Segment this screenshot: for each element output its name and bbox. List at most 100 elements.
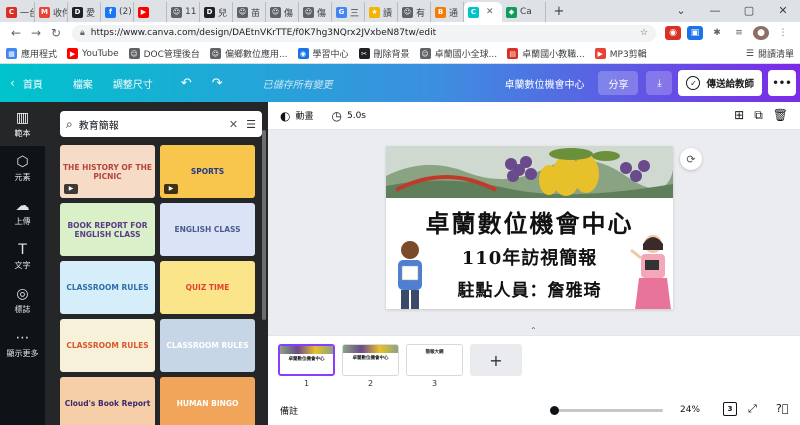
panel-scrollbar[interactable] [262,130,266,320]
bookmark-item[interactable]: ☺ 偏鄉數位應用... [209,47,288,60]
template-thumbnail[interactable]: QUIZ TIME [160,261,255,314]
design-title[interactable]: 卓蘭數位機會中心 [504,76,584,91]
bookmark-icon: ☺ [209,48,221,59]
clear-icon[interactable]: ✕ [229,118,238,131]
rail-templates[interactable]: ▥ 範本 [0,102,45,146]
template-search-input[interactable]: ⌕ 教育簡報 ✕ ☰ [60,111,262,137]
zoom-value[interactable]: 24% [680,405,700,415]
bookmark-item[interactable]: ▦ 應用程式 [6,47,57,60]
close-tab-icon[interactable]: ✕ [486,7,494,17]
template-thumbnail[interactable]: CLASSROOM RULES [160,319,255,372]
url-input[interactable]: 🔒︎ https://www.canva.com/design/DAEtnVKr… [72,24,656,42]
menu-icon[interactable]: ⋮ [775,26,791,40]
browser-tab[interactable]: ☺ 傷 [299,2,332,22]
extension-icon[interactable]: ▣ [687,26,703,40]
resize-button[interactable]: 調整尺寸 [103,76,163,91]
bookmark-item[interactable]: ▶ MP3剪輯 [594,47,647,60]
browser-tab[interactable]: D兒 [200,2,233,22]
browser-tab[interactable]: ☺ 11 [167,2,200,22]
page-number: 2 [367,379,374,388]
duration-button[interactable]: ◷ 5.0s [332,109,367,123]
bookmark-item[interactable]: ☺ 卓蘭國小全球... [419,47,497,60]
browser-tab[interactable]: ▶ [134,2,167,22]
template-thumbnail[interactable]: CLASSROOM RULES [60,261,155,314]
home-button[interactable]: ‹ 首頁 [0,76,53,91]
reload-icon[interactable]: ↻ [46,26,66,40]
rail-elements[interactable]: ⬡ 元素 [0,146,45,190]
browser-tab[interactable]: G三 [332,2,365,22]
file-menu-button[interactable]: 檔案 [63,76,103,91]
page-thumbnail[interactable]: 卓蘭數位機會中心 [278,344,335,376]
rail-text[interactable]: T 文字 [0,234,45,278]
chevron-down-icon[interactable]: ⌄ [664,0,698,22]
browser-tab[interactable]: M收件 [35,2,68,22]
zoom-slider[interactable] [550,406,663,415]
add-page-button[interactable]: + [470,344,522,376]
page-count-button[interactable]: 3 [723,402,737,416]
forward-icon[interactable]: → [26,26,46,40]
browser-tab[interactable]: ◆ Ca [502,2,546,22]
browser-tab[interactable]: ☺ 傷 [266,2,299,22]
extension-icon[interactable]: ◉ [665,26,681,40]
template-thumbnail[interactable]: HUMAN BINGO [160,377,255,425]
page-thumbnail[interactable]: 卓蘭數位機會中心 [342,344,399,376]
fullscreen-icon[interactable]: ⤢ [748,402,757,416]
template-thumbnail[interactable]: SPORTS ▶ [160,145,255,198]
help-icon[interactable]: ?⃝ [776,402,788,415]
browser-tab[interactable]: B通 [431,2,464,22]
active-browser-tab[interactable]: C ✕ [464,2,502,22]
new-tab-button[interactable]: + [550,2,568,22]
bottom-bar: 備註 24% 3 ⤢ ?⃝ [268,395,800,425]
template-thumbnail[interactable]: THE HISTORY OF THE PICNIC ▶ [60,145,155,198]
send-to-teacher-button[interactable]: ✓ 傳送給教師 [678,70,762,96]
filter-icon[interactable]: ☰ [246,118,256,131]
template-thumbnail[interactable]: Cloud's Book Report [60,377,155,425]
media-icon[interactable]: ≡ [731,26,747,40]
bookmark-item[interactable]: ☺ DOC管理後台 [128,47,200,60]
chevron-up-icon[interactable]: ⌃ [530,326,537,335]
rail-logos[interactable]: ◎ 標誌 [0,278,45,322]
add-page-icon[interactable]: ⊞ [734,108,744,123]
close-window-icon[interactable]: ✕ [766,0,800,22]
template-thumbnail[interactable]: BOOK REPORT FOR ENGLISH CLASS [60,203,155,256]
template-thumbnail[interactable]: CLASSROOM RULES [60,319,155,372]
rail-uploads[interactable]: ☁ 上傳 [0,190,45,234]
refresh-icon[interactable]: ⟳ [680,148,702,170]
bookmark-star-icon[interactable]: ☆ [640,28,648,38]
notes-button[interactable]: 備註 [280,404,298,417]
download-button[interactable]: ⤓ [646,71,673,95]
template-thumbnail[interactable]: ENGLISH CLASS [160,203,255,256]
teacher-illustration [630,235,671,309]
maximize-icon[interactable]: ▢ [732,0,766,22]
browser-tab[interactable]: ☺ 有 [398,2,431,22]
animate-button[interactable]: ◐ 動畫 [280,109,314,123]
back-icon[interactable]: ← [6,26,26,40]
bookmark-item[interactable]: ✂ 刪除背景 [358,47,410,60]
share-button[interactable]: 分享 [598,71,639,95]
bookmark-item[interactable]: ◉ 學習中心 [297,47,349,60]
reading-list-button[interactable]: ☰ 閱讀清單 [746,47,794,61]
browser-tab[interactable]: ★ 讀 [365,2,398,22]
browser-tab[interactable]: D愛 [68,2,101,22]
chevron-left-icon: ‹ [10,76,15,90]
bookmark-item[interactable]: ▤ 卓蘭國小教職... [507,47,585,60]
browser-tab[interactable]: ☺ 苗 [233,2,266,22]
bookmark-item[interactable]: ▶ YouTube [67,48,119,59]
page-thumbnail[interactable]: 簡報大綱 [406,344,463,376]
avatar[interactable]: ● [753,26,769,40]
undo-button[interactable]: ↶ [171,76,202,91]
template-title: QUIZ TIME [185,283,230,292]
zoom-slider-knob[interactable] [550,406,559,415]
minimize-icon[interactable]: — [698,0,732,22]
more-options-button[interactable]: ••• [768,70,796,96]
browser-tab[interactable]: C一台 [2,2,35,22]
rail-more[interactable]: ⋯ 顯示更多 [0,322,45,366]
undo-icon: ↶ [180,75,192,91]
puzzle-icon[interactable]: ✱ [709,26,725,40]
duplicate-icon[interactable]: ⧉ [754,108,763,123]
redo-button[interactable]: ↷ [202,76,233,91]
tab-title: 通 [449,8,459,19]
browser-tab[interactable]: f (2) [101,2,134,22]
trash-icon[interactable]: 🗑︎ [773,108,788,123]
slide-canvas[interactable]: 卓蘭數位機會中心 110年訪視簡報 駐點人員：詹雅琦 [386,146,673,309]
